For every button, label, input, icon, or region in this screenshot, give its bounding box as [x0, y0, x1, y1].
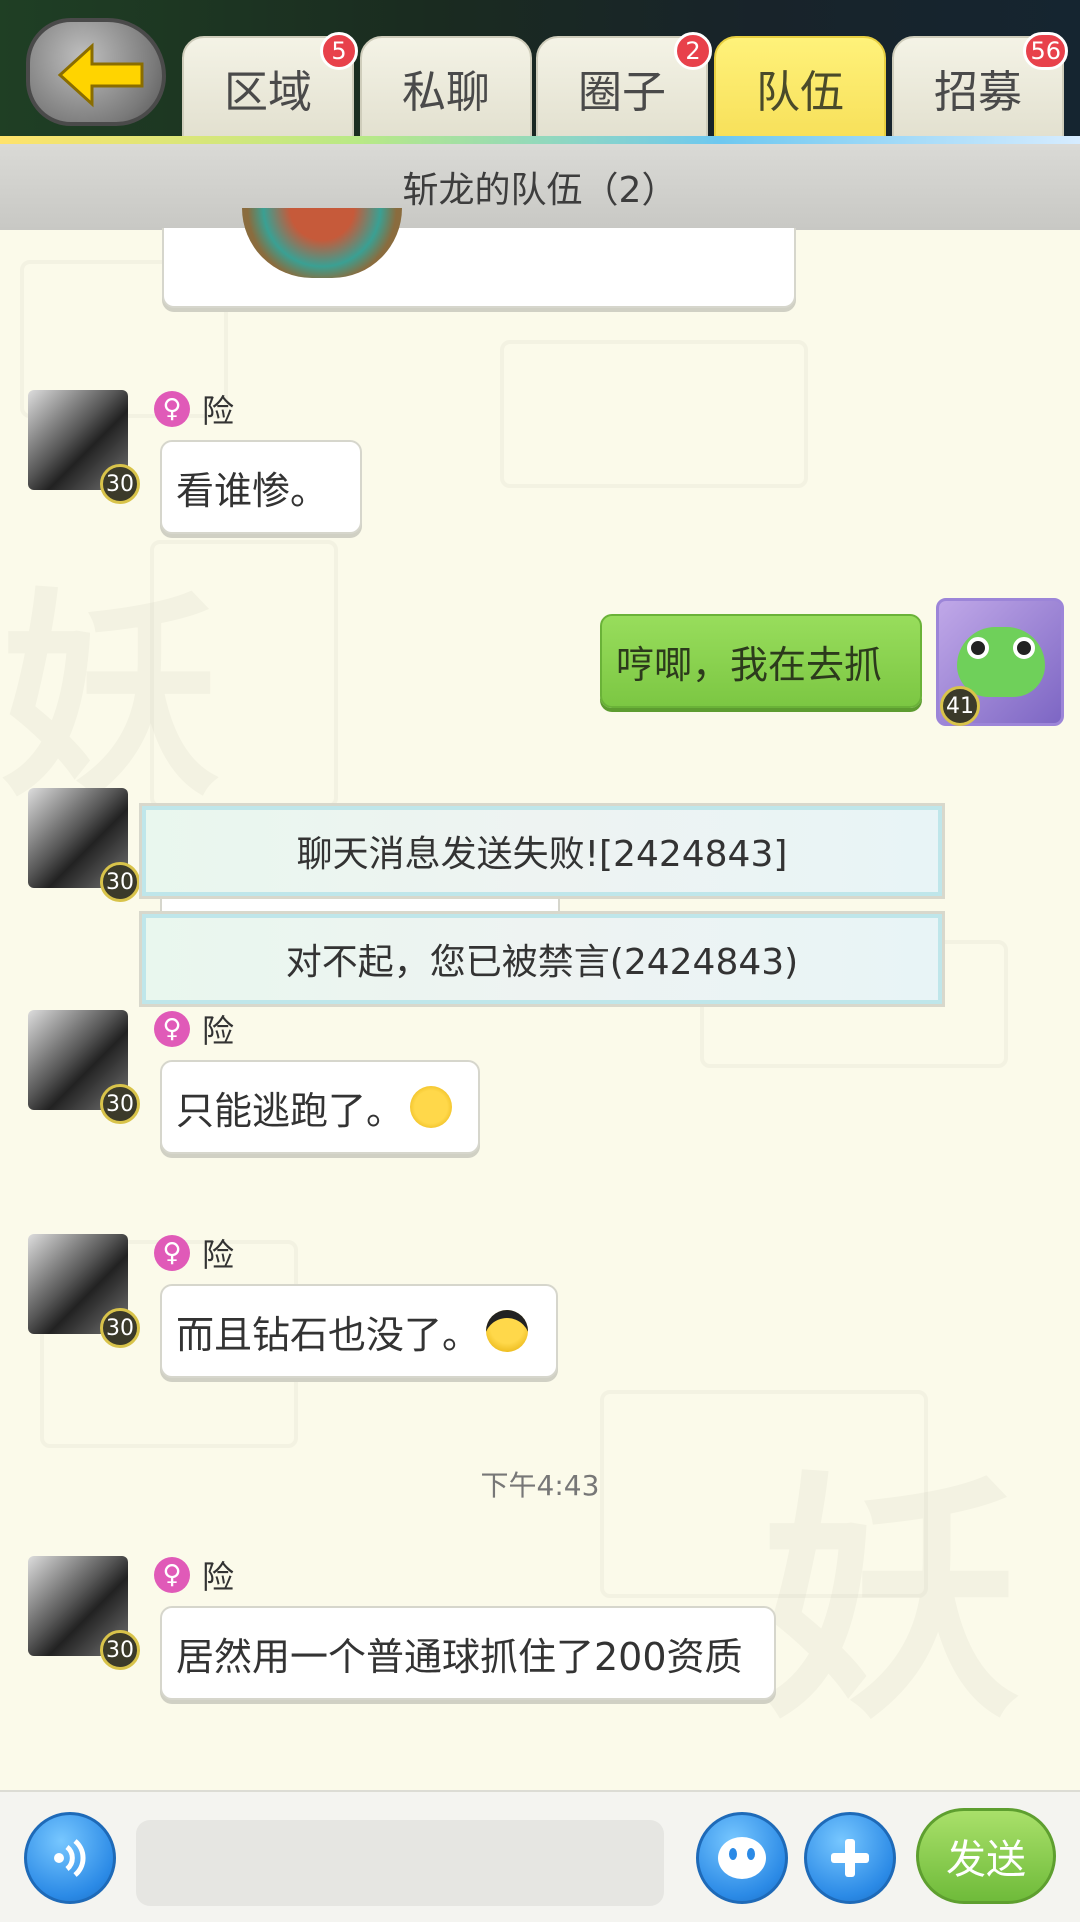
sender-row: ♀ 险	[154, 1230, 234, 1276]
tab-badge: 5	[320, 32, 358, 70]
tab-label: 队伍	[756, 67, 844, 118]
message-bubble[interactable]: 只能逃跑了。	[160, 1060, 480, 1154]
tab-label: 私聊	[402, 67, 490, 118]
message-bubble[interactable]: 居然用一个普通球抓住了200资质	[160, 1606, 776, 1700]
message-text: 居然用一个普通球抓住了200资质	[176, 1634, 743, 1679]
tab-region[interactable]: 区域 5	[182, 32, 358, 140]
frog-face-icon	[957, 627, 1045, 697]
emoji-button[interactable]	[696, 1812, 788, 1904]
female-gender-icon: ♀	[154, 1557, 190, 1593]
message-text: 哼唧，我在去抓	[616, 642, 883, 687]
sender-name: 险	[202, 1012, 235, 1050]
channel-title: 斩龙的队伍（2）	[0, 144, 1080, 230]
add-button[interactable]	[804, 1812, 896, 1904]
tab-private-chat[interactable]: 私聊	[360, 36, 532, 140]
timestamp: 下午4:43	[480, 1469, 600, 1502]
sunglasses-face-icon	[486, 1310, 529, 1352]
level-badge: 30	[100, 464, 140, 504]
message-card	[162, 208, 796, 308]
voice-icon	[54, 1839, 86, 1877]
message-text: 看谁惨。	[176, 468, 329, 513]
sender-name: 险	[202, 1558, 235, 1596]
sender-name: 险	[202, 1236, 235, 1274]
level-badge: 30	[100, 862, 140, 902]
female-gender-icon: ♀	[154, 1235, 190, 1271]
level-badge: 30	[100, 1630, 140, 1670]
tab-label: 区域	[224, 67, 312, 118]
back-button[interactable]	[26, 18, 166, 126]
muted-toast: 对不起，您已被禁言(2424843)	[142, 914, 942, 1004]
medal-image	[242, 208, 402, 278]
divider	[0, 136, 1080, 144]
tab-team[interactable]: 队伍	[714, 36, 886, 140]
send-button[interactable]: 发送	[916, 1808, 1056, 1904]
top-tab-bar: 区域 5 私聊 圈子 2 队伍 招募 56	[0, 0, 1080, 144]
tab-circle[interactable]: 圈子 2	[536, 32, 712, 140]
tab-recruit[interactable]: 招募 56	[892, 32, 1068, 140]
plus-icon	[831, 1839, 869, 1877]
message-text: 而且钻石也没了。	[176, 1312, 481, 1357]
tab-badge: 2	[674, 32, 712, 70]
female-gender-icon: ♀	[154, 391, 190, 427]
level-badge: 41	[940, 686, 980, 726]
tab-badge: 56	[1023, 32, 1068, 70]
level-badge: 30	[100, 1308, 140, 1348]
error-toast: 聊天消息发送失败![2424843]	[142, 806, 942, 896]
sender-row: ♀ 险	[154, 1552, 234, 1598]
message-text: 只能逃跑了。	[176, 1088, 405, 1133]
message-input[interactable]	[136, 1820, 664, 1906]
sender-row: ♀ 险	[154, 1006, 234, 1052]
smiley-icon	[718, 1837, 766, 1879]
back-arrow-icon	[57, 42, 144, 108]
voice-button[interactable]	[24, 1812, 116, 1904]
message-bubble[interactable]: 而且钻石也没了。	[160, 1284, 558, 1378]
sender-row: ♀ 险	[154, 386, 234, 432]
my-message-bubble[interactable]: 哼唧，我在去抓	[600, 614, 922, 708]
crying-face-icon	[410, 1086, 453, 1128]
female-gender-icon: ♀	[154, 1011, 190, 1047]
tab-label: 招募	[934, 67, 1022, 118]
tab-label: 圈子	[578, 67, 666, 118]
sender-name: 险	[202, 392, 235, 430]
message-bubble[interactable]: 看谁惨。	[160, 440, 362, 534]
level-badge: 30	[100, 1084, 140, 1124]
